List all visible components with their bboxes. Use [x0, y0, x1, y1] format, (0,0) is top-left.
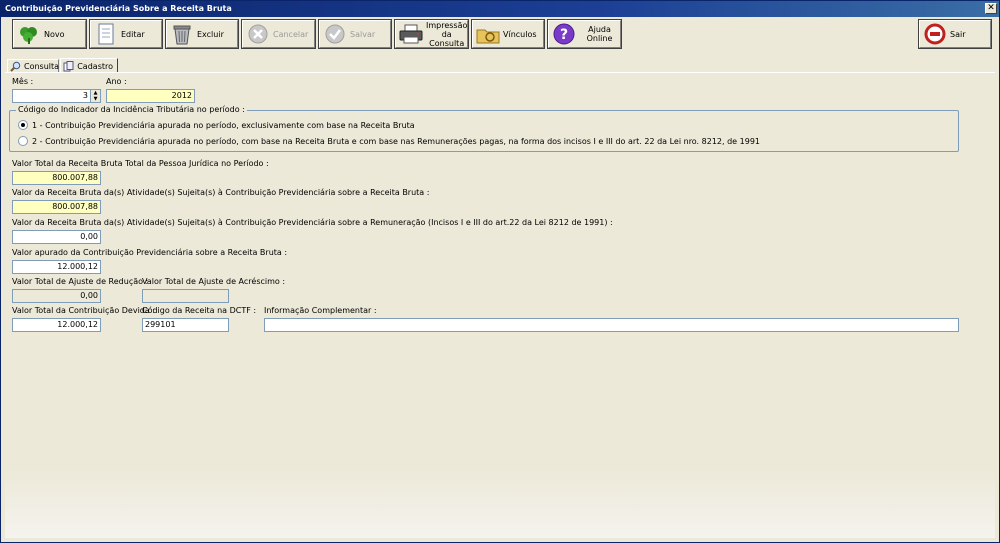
- mes-label: Mês :: [12, 77, 34, 86]
- ajuste-reducao-input: 0,00: [12, 289, 101, 303]
- tab-cadastro[interactable]: Cadastro: [60, 58, 118, 73]
- receita-total-input[interactable]: 800.007,88: [12, 171, 101, 185]
- help-icon: ?: [552, 23, 576, 45]
- documents-icon: [63, 60, 74, 72]
- impressao-label-line2: da Consulta: [429, 29, 465, 48]
- valor-apurado-label: Valor apurado da Contribuição Previdenci…: [12, 248, 288, 257]
- receita-total-label: Valor Total da Receita Bruta Total da Pe…: [12, 159, 269, 168]
- printer-icon: [399, 23, 423, 45]
- indicador-groupbox: Código do Indicador da Incidência Tribut…: [9, 105, 959, 152]
- salvar-button[interactable]: Salvar: [318, 19, 392, 49]
- checkmark-icon: [323, 23, 347, 45]
- sair-label: Sair: [950, 29, 966, 39]
- novo-label: Novo: [44, 29, 65, 39]
- codigo-receita-label: Código da Receita na DCTF :: [142, 306, 257, 315]
- main-window: Contribuição Previdenciária Sobre a Rece…: [0, 0, 1000, 543]
- indicador-legend: Código do Indicador da Incidência Tribut…: [16, 105, 247, 114]
- ajuste-acrescimo-label: Valor Total de Ajuste de Acréscimo :: [142, 277, 286, 286]
- tab-consulta-label: Consulta: [24, 62, 60, 71]
- valor-apurado-input[interactable]: 12.000,12: [12, 260, 101, 274]
- receita-remuneracao-label: Valor da Receita Bruta da(s) Atividade(s…: [12, 218, 613, 227]
- link-folder-icon: [476, 23, 500, 45]
- tab-cadastro-label: Cadastro: [77, 61, 113, 71]
- vinculos-button[interactable]: Vínculos: [471, 19, 545, 49]
- ajuda-button[interactable]: ? Ajuda Online: [547, 19, 622, 49]
- ajuste-reducao-label: Valor Total de Ajuste de Redução :: [12, 277, 149, 286]
- info-complementar-label: Informação Complementar :: [264, 306, 377, 315]
- magnifier-icon: [10, 61, 21, 72]
- cadastro-panel: Mês : 3 ▲ ▼ Ano : 2012 Código do Indicad…: [5, 72, 995, 538]
- title-bar: Contribuição Previdenciária Sobre a Rece…: [1, 1, 999, 17]
- spin-down-icon[interactable]: ▼: [91, 96, 100, 102]
- cancel-icon: [246, 23, 270, 45]
- cancelar-button[interactable]: Cancelar: [241, 19, 316, 49]
- ano-input[interactable]: 2012: [106, 89, 195, 103]
- indicador-option-1[interactable]: 1 - Contribuição Previdenciária apurada …: [18, 120, 415, 130]
- receita-atividades-input[interactable]: 800.007,88: [12, 200, 101, 214]
- editar-label: Editar: [121, 29, 145, 39]
- ajuda-label: Ajuda Online: [586, 25, 613, 43]
- tab-consulta[interactable]: Consulta: [7, 59, 59, 73]
- close-window-button[interactable]: ✕: [985, 3, 997, 14]
- mes-input[interactable]: 3: [12, 89, 91, 103]
- vinculos-label: Vínculos: [503, 29, 537, 39]
- clover-icon: [17, 23, 41, 45]
- editar-button[interactable]: Editar: [89, 19, 163, 49]
- excluir-label: Excluir: [197, 29, 224, 39]
- close-icon: ✕: [987, 3, 995, 13]
- indicador-option-2[interactable]: 2 - Contribuição Previdenciária apurada …: [18, 136, 760, 146]
- toolbar: Novo Editar Excluir Cancelar Salvar Impr…: [1, 17, 999, 51]
- ajuste-acrescimo-input: [142, 289, 229, 303]
- impressao-label-line1: Impressão: [426, 20, 468, 30]
- svg-text:?: ?: [560, 27, 568, 43]
- cancelar-label: Cancelar: [273, 29, 309, 39]
- salvar-label: Salvar: [350, 29, 376, 39]
- codigo-receita-input[interactable]: 299101: [142, 318, 229, 332]
- sair-button[interactable]: Sair: [918, 19, 992, 49]
- radio-option-2[interactable]: [18, 136, 28, 146]
- impressao-button[interactable]: Impressão da Consulta: [394, 19, 469, 49]
- trash-icon: [170, 23, 194, 45]
- excluir-button[interactable]: Excluir: [165, 19, 239, 49]
- window-title: Contribuição Previdenciária Sobre a Rece…: [5, 4, 232, 13]
- radio-option-1[interactable]: [18, 120, 28, 130]
- novo-button[interactable]: Novo: [12, 19, 87, 49]
- receita-remuneracao-input[interactable]: 0,00: [12, 230, 101, 244]
- contribuicao-devida-label: Valor Total da Contribuição Devida :: [12, 306, 156, 315]
- info-complementar-input[interactable]: [264, 318, 959, 332]
- indicador-option-1-label: 1 - Contribuição Previdenciária apurada …: [32, 120, 415, 130]
- mes-spinner[interactable]: ▲ ▼: [91, 89, 101, 103]
- radio-selected-dot: [21, 123, 25, 127]
- exit-icon: [923, 23, 947, 45]
- receita-atividades-label: Valor da Receita Bruta da(s) Atividade(s…: [12, 188, 430, 197]
- indicador-option-2-label: 2 - Contribuição Previdenciária apurada …: [32, 136, 760, 146]
- ano-label: Ano :: [106, 77, 127, 86]
- contribuicao-devida-input[interactable]: 12.000,12: [12, 318, 101, 332]
- document-icon: [94, 23, 118, 45]
